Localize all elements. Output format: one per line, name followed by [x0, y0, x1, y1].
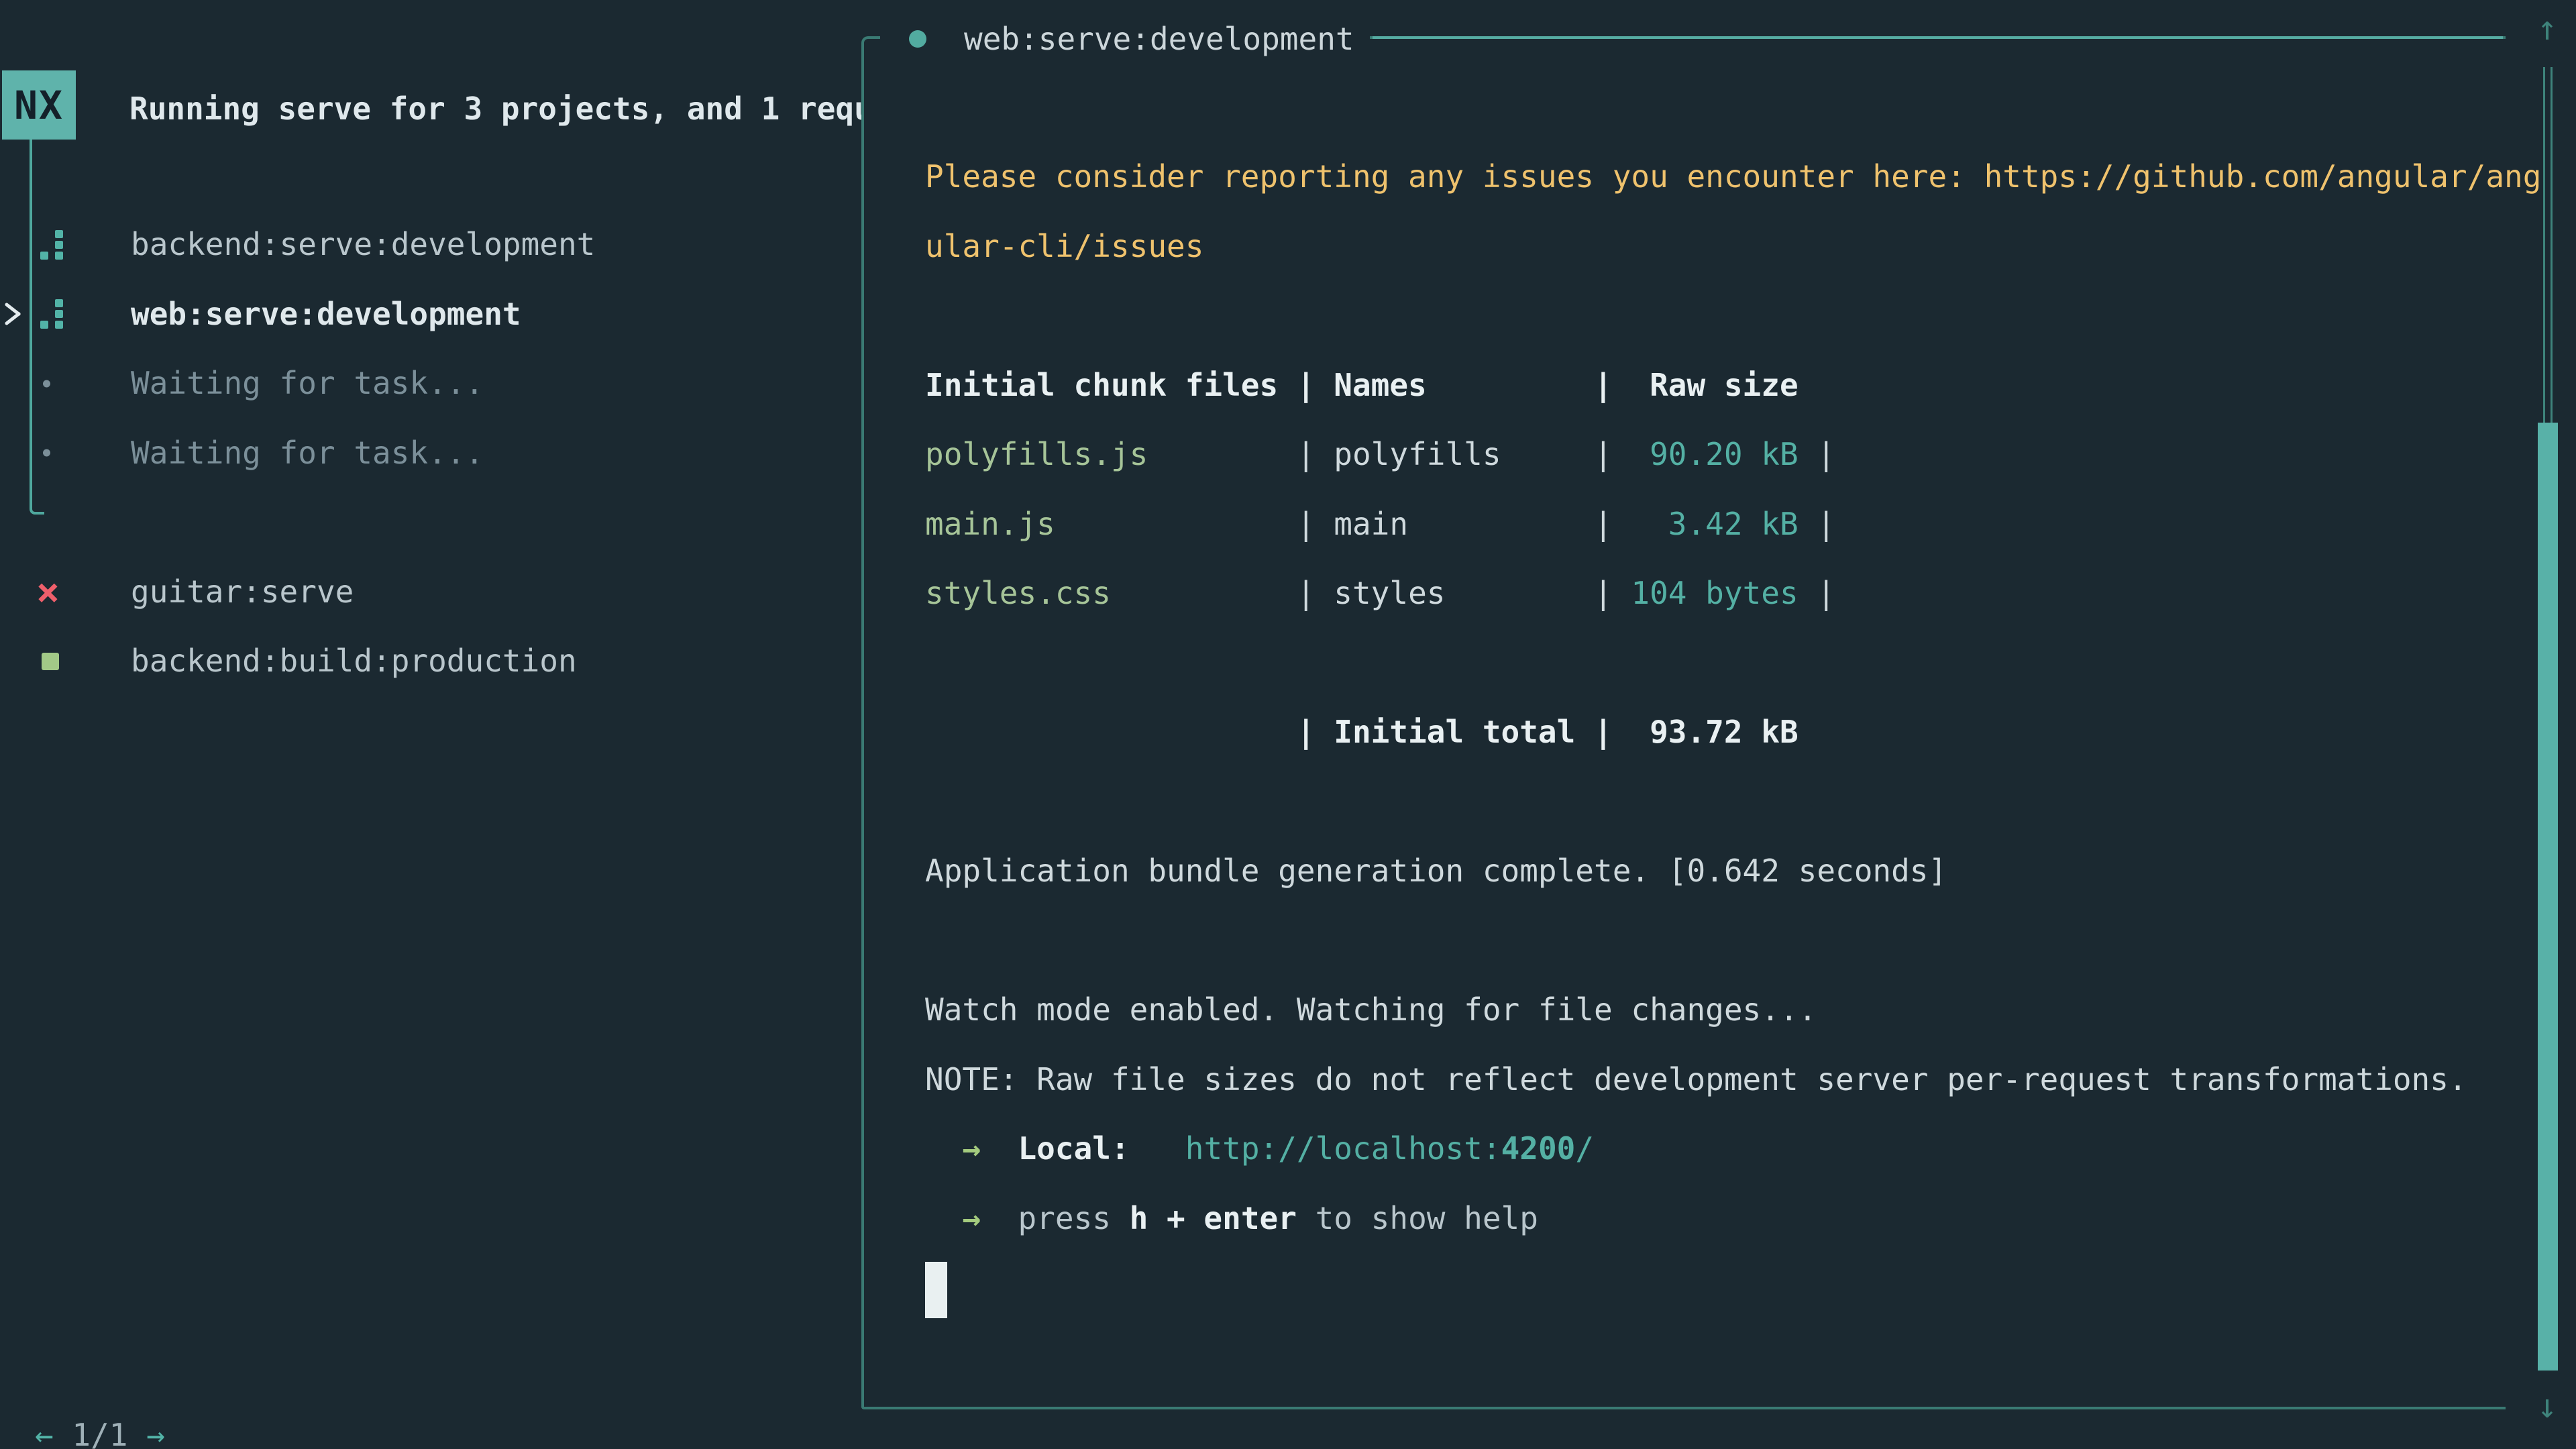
- terminal-segment: [925, 1200, 962, 1236]
- terminal-line: [925, 281, 2562, 351]
- pagination-spacer: [128, 1417, 147, 1449]
- pagination-current-value: 1/1: [72, 1417, 127, 1449]
- terminal-segment: 90.20 kB: [1631, 436, 1798, 472]
- task-row[interactable]: Waiting for task...: [0, 419, 861, 488]
- task-row[interactable]: backend:serve:development: [0, 210, 861, 280]
- terminal-segment: Watch mode enabled. Watching for file ch…: [925, 991, 1817, 1028]
- terminal-line: Watch mode enabled. Watching for file ch…: [925, 975, 2562, 1045]
- terminal-segment: Application bundle generation complete. …: [925, 853, 1947, 889]
- terminal-segment: →: [962, 1200, 981, 1236]
- localhost-link[interactable]: 4200: [1501, 1130, 1576, 1167]
- pagination-prev-button[interactable]: ←: [35, 1417, 54, 1449]
- panel-title: web:serve:development: [964, 21, 1354, 57]
- terminal-line: Initial chunk files | Names | Raw size: [925, 351, 2562, 421]
- terminal-line: Please consider reporting any issues you…: [925, 142, 2562, 212]
- terminal-segment: [981, 1200, 1018, 1236]
- nx-tui-screen: NX Running serve for 3 projects, and 1 r…: [0, 0, 2576, 1449]
- terminal-segment: h + enter: [1130, 1200, 1297, 1236]
- terminal-segment: | main |: [1055, 506, 1631, 542]
- sidebar: NX Running serve for 3 projects, and 1 r…: [0, 0, 861, 1449]
- terminal-segment: | Initial total | 93.72 kB: [925, 714, 1799, 750]
- terminal-segment: [1130, 1130, 1185, 1167]
- scroll-down-icon[interactable]: ↓: [2529, 1387, 2565, 1425]
- terminal-line: [925, 629, 2562, 698]
- terminal-segment: main.js: [925, 506, 1055, 542]
- terminal-segment: 3.42 kB: [1631, 506, 1798, 542]
- panel-header: web:serve:development: [909, 4, 1354, 74]
- terminal-segment: polyfills.js: [925, 436, 1148, 472]
- terminal-segment: press: [1018, 1200, 1129, 1236]
- task-label: Waiting for task...: [131, 419, 484, 488]
- task-row[interactable]: × guitar:serve: [0, 557, 861, 627]
- panel-title-divider: [1373, 36, 2503, 39]
- terminal-line: → Local: http://localhost:4200/: [925, 1114, 2562, 1184]
- status-bar: ← 1/1 → quit: q help: ?: [0, 1330, 861, 1400]
- terminal-segment: 104 bytes: [1631, 575, 1798, 611]
- spinner-icon: [40, 299, 63, 329]
- failed-cross-icon: ×: [36, 572, 60, 611]
- task-label: backend:build:production: [131, 627, 577, 696]
- pagination-next-button[interactable]: →: [146, 1417, 165, 1449]
- waiting-dot-icon: [43, 449, 50, 457]
- waiting-dot-icon: [43, 380, 50, 387]
- terminal-segment: Initial chunk files | Names | Raw size: [925, 367, 1799, 403]
- terminal-line: polyfills.js | polyfills | 90.20 kB |: [925, 420, 2562, 490]
- task-row[interactable]: backend:build:production: [0, 627, 861, 696]
- terminal-cursor-line: [925, 1253, 2562, 1323]
- task-row[interactable]: web:serve:development: [0, 280, 861, 350]
- terminal-segment: |: [1799, 575, 1835, 611]
- terminal-segment: |: [1799, 506, 1835, 542]
- task-label: Waiting for task...: [131, 349, 484, 419]
- terminal-segment: to show help: [1297, 1200, 1538, 1236]
- terminal-segment: ular-cli/issues: [925, 228, 1203, 264]
- task-label: guitar:serve: [131, 557, 354, 627]
- terminal-line: styles.css | styles | 104 bytes |: [925, 559, 2562, 629]
- terminal-segment: [925, 1130, 962, 1167]
- task-row[interactable]: Waiting for task...: [0, 349, 861, 419]
- terminal-line: → press h + enter to show help: [925, 1184, 2562, 1254]
- text-cursor: [925, 1262, 947, 1318]
- terminal-line: ular-cli/issues: [925, 212, 2562, 282]
- terminal-output: Please consider reporting any issues you…: [925, 142, 2562, 1323]
- terminal-segment: [981, 1130, 1018, 1167]
- page-title: Running serve for 3 projects, and 1 requ: [129, 74, 861, 144]
- terminal-line: Application bundle generation complete. …: [925, 837, 2562, 906]
- selection-chevron-icon: [5, 299, 23, 329]
- spinner-icon: [40, 230, 63, 260]
- localhost-link[interactable]: /: [1575, 1130, 1594, 1167]
- pagination-current: [54, 1417, 72, 1449]
- scrollbar-thumb[interactable]: [2538, 423, 2558, 1371]
- pagination: ← 1/1 →: [35, 1400, 165, 1449]
- scroll-up-icon[interactable]: ↑: [2529, 9, 2565, 47]
- terminal-line: NOTE: Raw file sizes do not reflect deve…: [925, 1045, 2562, 1115]
- running-bullet-icon: [909, 30, 926, 48]
- terminal-line: | Initial total | 93.72 kB: [925, 698, 2562, 767]
- terminal-segment: | polyfills |: [1148, 436, 1631, 472]
- success-square-icon: [42, 653, 59, 670]
- terminal-segment: Please consider reporting any issues you…: [925, 158, 2541, 195]
- task-label: web:serve:development: [131, 280, 521, 350]
- task-list: backend:serve:developmentweb:serve:devel…: [0, 210, 861, 696]
- nx-logo: NX: [2, 70, 76, 140]
- terminal-segment: →: [962, 1130, 981, 1167]
- task-label: backend:serve:development: [131, 210, 595, 280]
- terminal-segment: |: [1799, 436, 1835, 472]
- terminal-line: [925, 767, 2562, 837]
- terminal-segment: styles.css: [925, 575, 1111, 611]
- terminal-line: [925, 906, 2562, 976]
- terminal-segment: NOTE: Raw file sizes do not reflect deve…: [925, 1061, 2467, 1097]
- terminal-line: main.js | main | 3.42 kB |: [925, 490, 2562, 559]
- terminal-segment: Local:: [1018, 1130, 1129, 1167]
- terminal-segment: | styles |: [1111, 575, 1631, 611]
- localhost-link[interactable]: http://localhost:: [1185, 1130, 1501, 1167]
- task-list-spacer: [0, 488, 861, 557]
